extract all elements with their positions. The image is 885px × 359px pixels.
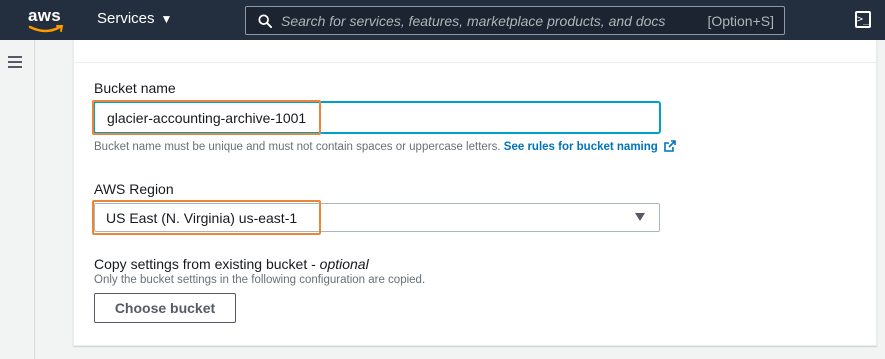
general-configuration-panel: Bucket name glacier-accounting-archive-1… [73,40,877,346]
bucket-name-label: Bucket name [94,80,176,96]
bucket-naming-rules-link[interactable]: See rules for bucket naming [504,141,658,153]
copy-settings-label-text: Copy settings from existing bucket - [94,256,320,272]
hamburger-menu-icon[interactable] [8,56,22,68]
left-rail [0,40,35,359]
aws-region-select[interactable]: US East (N. Virginia) us-east-1 [94,203,660,232]
panel-header-cutoff [74,40,876,63]
bucket-name-value: glacier-accounting-archive-1001 [107,110,307,126]
choose-bucket-button[interactable]: Choose bucket [94,293,236,323]
search-shortcut: [Option+S] [707,12,774,29]
aws-logo-text: aws [28,6,62,25]
bucket-name-input[interactable]: glacier-accounting-archive-1001 [94,102,660,133]
services-label: Services [97,10,155,27]
caret-down-icon [635,213,645,221]
search-placeholder: Search for services, features, marketpla… [281,12,666,29]
copy-settings-hint: Only the bucket settings in the followin… [94,274,426,286]
caret-down-icon: ▼ [160,11,173,26]
optional-tag: optional [319,256,369,272]
aws-logo[interactable]: aws [28,6,68,34]
copy-settings-label: Copy settings from existing bucket - opt… [94,256,369,272]
services-menu-button[interactable]: Services ▼ [97,10,172,27]
global-search-input[interactable]: Search for services, features, marketpla… [245,6,785,35]
aws-smile-icon [28,25,64,33]
bucket-name-hint: Bucket name must be unique and must not … [94,140,676,153]
top-navigation-bar: aws Services ▼ Search for services, feat… [0,0,885,40]
aws-region-label: AWS Region [94,181,174,197]
bucket-name-hint-text: Bucket name must be unique and must not … [94,141,501,153]
aws-region-selected: US East (N. Virginia) us-east-1 [106,210,298,226]
cloudshell-icon[interactable]: >_ [855,11,871,28]
external-link-icon[interactable] [663,140,676,152]
search-icon [258,13,272,28]
